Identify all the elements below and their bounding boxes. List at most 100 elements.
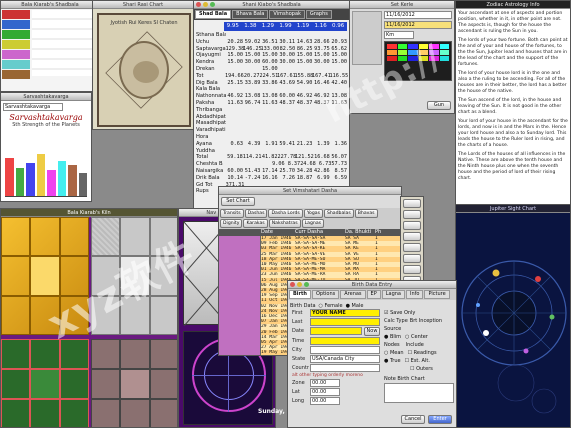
dasha-tab[interactable]: Nakshatras [268, 219, 301, 228]
readings-checkbox[interactable]: ☐ Readings [408, 349, 437, 357]
row-cell: 15.00 [296, 59, 313, 66]
tab-info[interactable]: Info [405, 290, 424, 299]
time-field[interactable]: 11/16/2012 [384, 21, 452, 29]
tool-button[interactable] [403, 221, 421, 230]
tool-button[interactable] [403, 232, 421, 241]
shadbala-row: Hora [196, 134, 347, 141]
city-input[interactable] [310, 346, 380, 354]
row-cell [226, 134, 243, 141]
dasha-tab[interactable]: Karakas [243, 219, 268, 228]
first-name-input[interactable]: YOUR NAME [310, 309, 380, 317]
row-label: Naisargika [196, 167, 224, 174]
row-cell [312, 120, 329, 127]
tool-button[interactable] [403, 265, 421, 274]
now-button[interactable]: Now [364, 327, 380, 336]
row-cell: 194.66 [225, 72, 244, 79]
row-cell: -7.24 [244, 174, 261, 181]
dasha-tab[interactable]: Lagnas [301, 219, 325, 228]
true-radio[interactable]: ● True [384, 357, 401, 365]
tool-button[interactable] [403, 243, 421, 252]
zone-label: Zone [292, 380, 305, 386]
row-cell [278, 148, 295, 155]
dasha-tab[interactable]: Dignity [220, 219, 243, 228]
color-grid[interactable] [384, 41, 452, 81]
tab-vimshopak[interactable]: Vimshopak [269, 10, 305, 19]
dasha-tab[interactable]: Dasha Lords [268, 209, 303, 218]
sarva-select[interactable]: Sarvashtakavarga [3, 103, 63, 111]
south-chart-rose[interactable] [91, 339, 177, 427]
south-chart-gold[interactable] [1, 217, 89, 335]
blim-radio[interactable]: ● Blim [384, 333, 401, 341]
date-field[interactable]: 11/16/2012 [384, 11, 452, 19]
sarva-bars [5, 149, 87, 197]
document-window: Zodiac Astrology Info Your ascendant at … [455, 0, 571, 208]
time-input[interactable] [310, 337, 380, 345]
dasha-tab[interactable]: Yogas [303, 209, 323, 218]
tool-button[interactable] [403, 254, 421, 263]
south-chart-green[interactable] [1, 339, 89, 427]
row-cell [243, 107, 260, 114]
tab-arenas[interactable]: Arenas [340, 290, 366, 299]
mean-radio[interactable]: ○ Mean [384, 349, 404, 357]
tab-lagna[interactable]: Lagna [381, 290, 405, 299]
cancel-button[interactable]: Cancel [401, 415, 425, 424]
unit-field[interactable]: Km [384, 31, 414, 39]
long-input[interactable]: 00.00 [310, 397, 340, 405]
row-cell: 51.43 [244, 167, 261, 174]
row-cell [243, 148, 260, 155]
state-select[interactable]: USA/Canada City [310, 355, 380, 363]
tab-birth[interactable]: Birth [289, 290, 311, 299]
include-label: Include [405, 342, 424, 348]
row-cell: 116.55 [329, 72, 349, 79]
calc-type-value[interactable]: Brt Inception [410, 317, 442, 325]
tool-button[interactable] [403, 199, 421, 208]
row-cell: 48.37 [314, 99, 330, 106]
shadbala-row: Dig Bala 25.15 33.89 33.86 43.69 54.90 16.46 42… [196, 80, 347, 87]
date-input[interactable] [310, 327, 362, 335]
space-wheel[interactable] [456, 213, 571, 427]
row-cell [226, 120, 243, 127]
row-cell [278, 127, 295, 134]
country-input[interactable] [310, 364, 380, 372]
row-cell [278, 86, 295, 93]
south-chart-gray[interactable] [91, 217, 177, 335]
row-cell [243, 127, 260, 134]
row-cell: 20.27 [243, 72, 260, 79]
dasha-tab[interactable]: Dashas [244, 209, 268, 218]
row-cell: 4.39 [247, 140, 261, 147]
row-cell: 82.50 [279, 45, 296, 52]
dasha-sidebar[interactable] [219, 236, 261, 355]
dasha-tab[interactable]: Bhavas [354, 209, 378, 218]
row-label: Dig Bala [196, 79, 218, 86]
zone-input[interactable]: 00.00 [310, 379, 340, 387]
save-only-checkbox[interactable]: ☑ Save Only [384, 309, 454, 317]
row-cell: 30.00 [314, 59, 330, 66]
dasha-tab[interactable]: Transits [220, 209, 244, 218]
row-cell [312, 107, 329, 114]
tab-options[interactable]: Options [311, 290, 340, 299]
tab-picture[interactable]: Picture [424, 290, 450, 299]
row-cell: 6.73 [318, 161, 332, 168]
tab-graphs[interactable]: Graphs [305, 10, 332, 19]
dasha-tab[interactable]: Shadbalas [323, 209, 354, 218]
row-cell [330, 107, 347, 114]
tab-ep[interactable]: EP [366, 290, 381, 299]
highlight-cell: 1.16 [314, 23, 327, 29]
tab-shad-bala[interactable]: Shad Bala [195, 10, 232, 19]
tab-bhava-bala[interactable]: Bhava Bala [232, 10, 269, 19]
est-alt-checkbox[interactable]: ☐ Est. Alt. [405, 357, 430, 365]
notes-textarea[interactable] [384, 383, 454, 403]
last-name-input[interactable] [310, 318, 380, 326]
gun-button[interactable]: Gun [427, 101, 451, 110]
shadbala-row: Ojayugmi 15.00 15.00 15.00 30.00 15.00 15.00 15… [196, 52, 347, 59]
shadbala-row: Varadhipati [196, 127, 347, 134]
row-cell: 11.63 [262, 99, 278, 106]
settings-list[interactable] [352, 11, 382, 65]
enter-button[interactable]: Enter [428, 415, 452, 424]
center-radio[interactable]: ○ Center [405, 333, 428, 341]
row-cell [226, 66, 243, 73]
set-chart-button[interactable]: Set Chart [221, 197, 255, 206]
outers-checkbox[interactable]: ☐ Outers [410, 366, 433, 372]
tool-button[interactable] [403, 210, 421, 219]
lat-input[interactable]: 00.00 [310, 388, 340, 396]
